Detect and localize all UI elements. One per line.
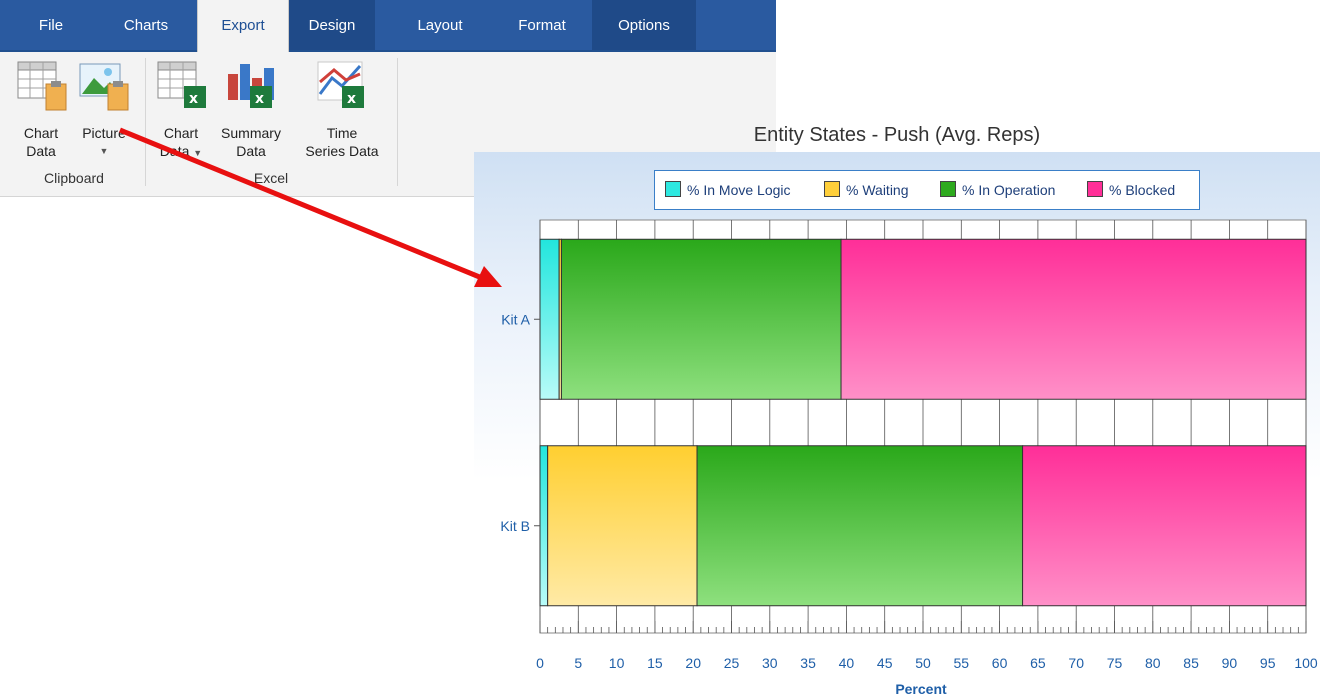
- bar-blocked: [840, 238, 1307, 400]
- x-tick-label: 0: [536, 655, 544, 671]
- x-tick-label: 65: [1030, 655, 1046, 671]
- category-label: Kit A: [501, 311, 530, 327]
- x-tick-label: 70: [1068, 655, 1084, 671]
- legend-item-waiting: % Waiting: [824, 181, 909, 198]
- x-tick-label: 30: [762, 655, 778, 671]
- x-tick-label: 35: [800, 655, 816, 671]
- x-tick-label: 100: [1294, 655, 1318, 671]
- x-tick-label: 15: [647, 655, 663, 671]
- x-tick-label: 20: [685, 655, 701, 671]
- legend-item-in-operation: % In Operation: [940, 181, 1055, 198]
- x-tick-label: 45: [877, 655, 893, 671]
- legend-swatch: [1087, 181, 1103, 197]
- x-tick-label: 80: [1145, 655, 1161, 671]
- x-tick-label: 90: [1222, 655, 1238, 671]
- category-label: Kit B: [500, 518, 530, 534]
- bar-in-operation: [560, 238, 842, 400]
- x-tick-label: 55: [954, 655, 970, 671]
- bar-blocked: [1022, 445, 1307, 607]
- x-axis-label: Percent: [895, 681, 947, 697]
- legend-swatch: [940, 181, 956, 197]
- x-tick-label: 85: [1183, 655, 1199, 671]
- bar-move-logic: [539, 238, 560, 400]
- legend-swatch: [824, 181, 840, 197]
- x-tick-label: 10: [609, 655, 625, 671]
- chart-svg: Kit A Kit B 0 5 10 15 20 25 30 35 40 45 50 55 60 65 70 75…: [500, 219, 1318, 697]
- bar-in-operation: [696, 445, 1024, 607]
- legend-item-move-logic: % In Move Logic: [665, 181, 791, 198]
- x-tick-label: 40: [839, 655, 855, 671]
- x-tick-label: 50: [915, 655, 931, 671]
- legend-swatch: [665, 181, 681, 197]
- legend-item-blocked: % Blocked: [1087, 181, 1175, 198]
- x-tick-label: 60: [992, 655, 1008, 671]
- x-tick-label: 25: [724, 655, 740, 671]
- x-tick-label: 95: [1260, 655, 1276, 671]
- x-tick-label: 5: [574, 655, 582, 671]
- bar-waiting: [547, 445, 698, 607]
- chart-legend: % In Move Logic % Waiting % In Operation…: [654, 170, 1200, 210]
- bar-move-logic: [539, 445, 549, 607]
- x-tick-label: 75: [1107, 655, 1123, 671]
